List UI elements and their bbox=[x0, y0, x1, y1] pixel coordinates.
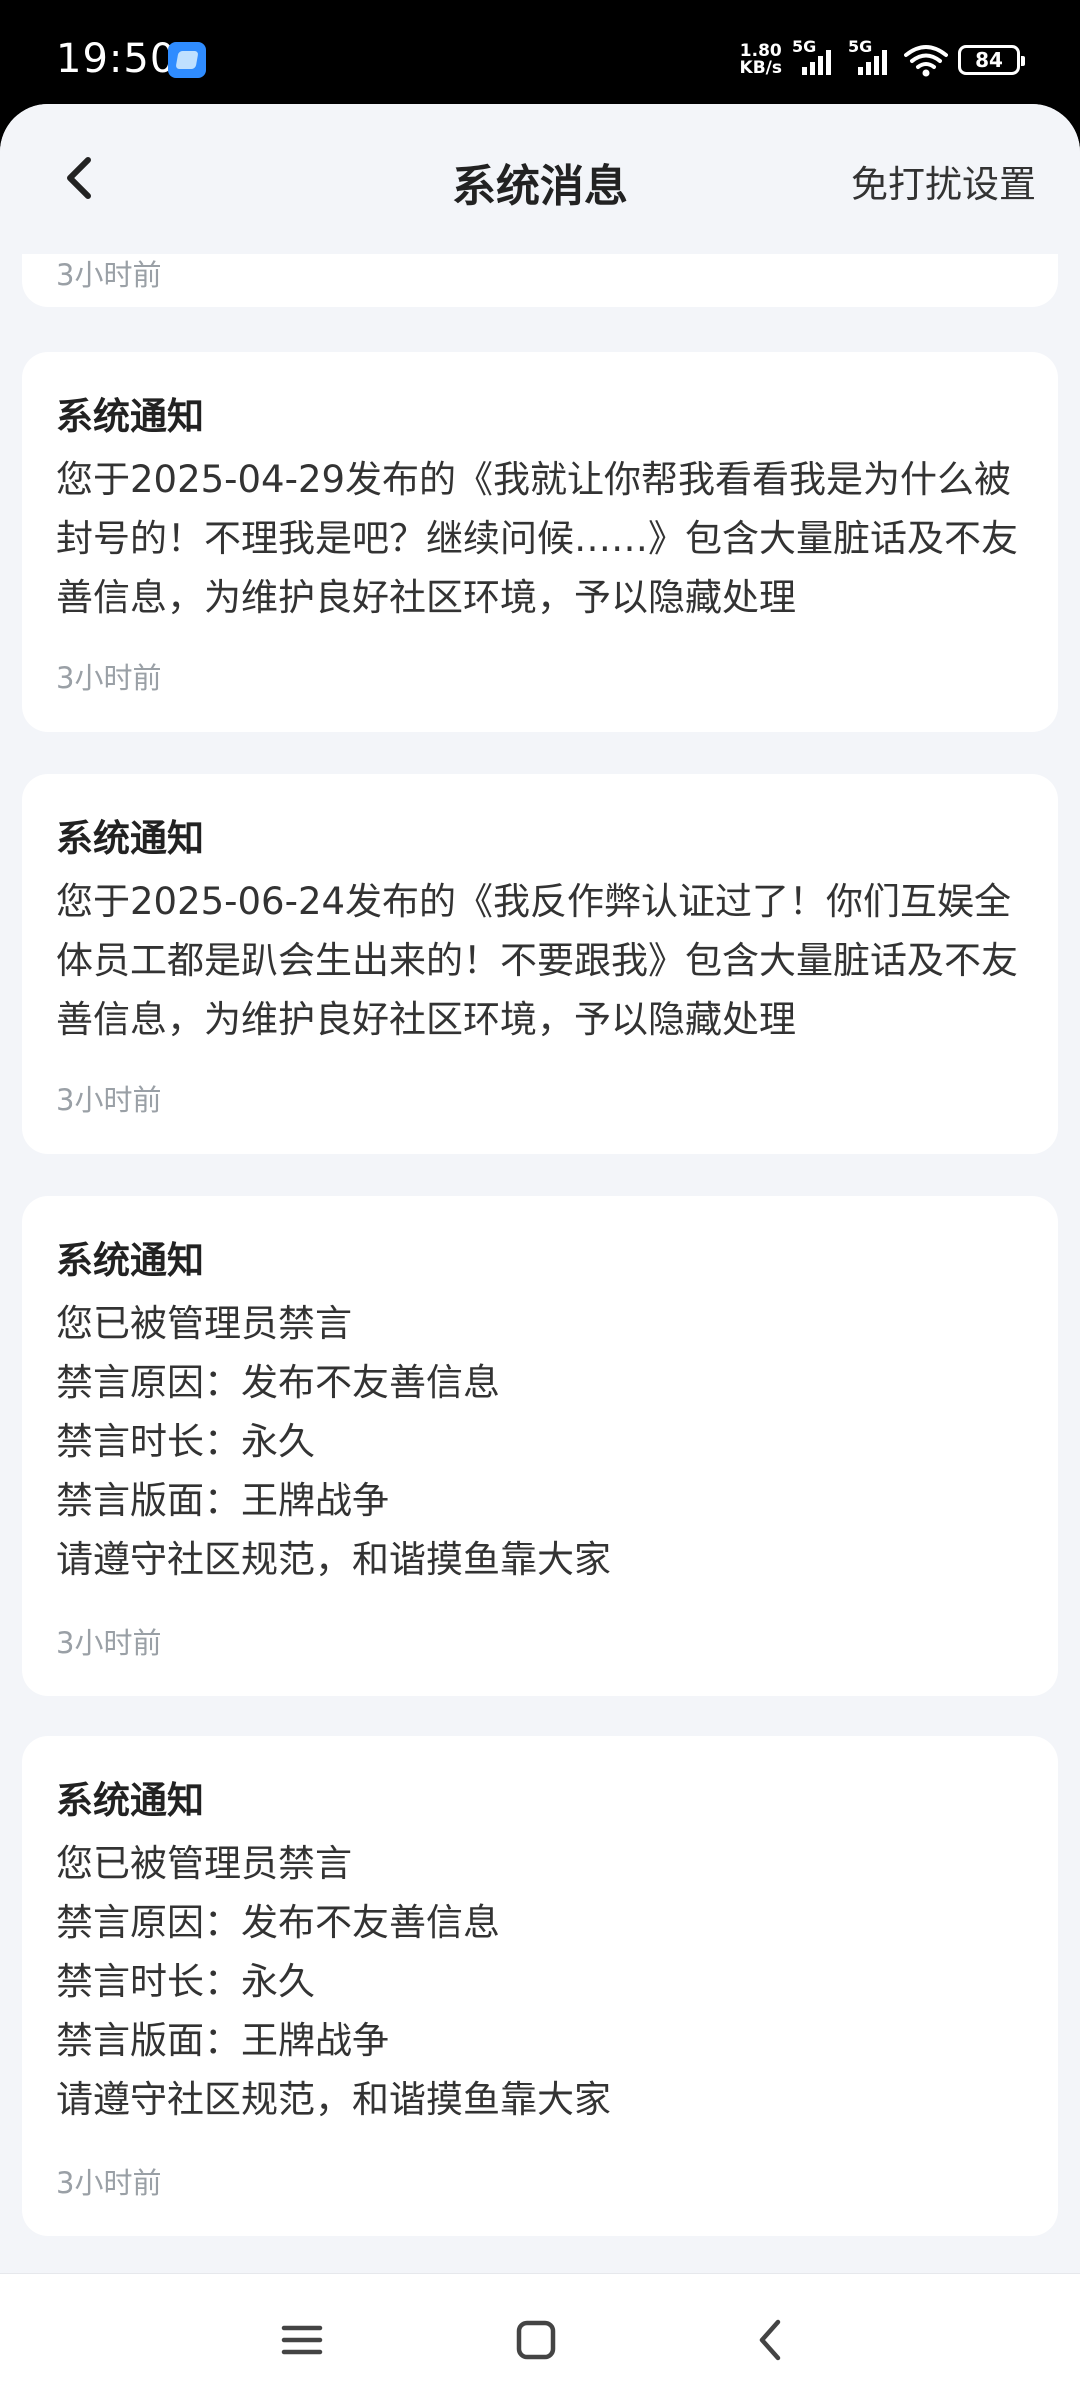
message-card[interactable]: 系统通知 您已被管理员禁言 禁言原因：发布不友善信息 禁言时长：永久 禁言版面：… bbox=[22, 1736, 1058, 2236]
message-time: 3小时前 bbox=[56, 1083, 162, 1117]
message-card[interactable]: 系统通知 您于2025-04-29发布的《我就让你帮我看看我是为什么被封号的！不… bbox=[22, 352, 1058, 732]
message-time: 3小时前 bbox=[56, 2166, 162, 2200]
menu-icon[interactable] bbox=[274, 2312, 330, 2368]
top-nav-bar: 系统消息 免打扰设置 bbox=[0, 104, 1080, 254]
back-icon[interactable] bbox=[744, 2312, 800, 2368]
message-card[interactable]: 系统通知 您于2025-06-24发布的《我反作弊认证过了！你们互娱全体员工都是… bbox=[22, 774, 1058, 1154]
message-title: 系统通知 bbox=[56, 1779, 204, 1822]
status-indicators: 1.80 KB/s 5G 5G 84 bbox=[740, 37, 1025, 82]
system-nav-bar bbox=[0, 2273, 1080, 2403]
message-time: 3小时前 bbox=[56, 1626, 162, 1660]
home-icon[interactable] bbox=[508, 2312, 564, 2368]
message-time: 3小时前 bbox=[56, 661, 162, 695]
do-not-disturb-settings-button[interactable]: 免打扰设置 bbox=[851, 154, 1036, 208]
status-bar: 19:50 1.80 KB/s 5G 5G 84 bbox=[0, 0, 1080, 120]
message-body: 您于2025-06-24发布的《我反作弊认证过了！你们互娱全体员工都是趴会生出来… bbox=[56, 880, 1018, 1041]
status-time: 19:50 bbox=[56, 36, 177, 82]
message-body: 您于2025-04-29发布的《我就让你帮我看看我是为什么被封号的！不理我是吧？… bbox=[56, 458, 1018, 619]
sim1-network-tag: 5G bbox=[792, 37, 817, 56]
sim2-network-tag: 5G bbox=[848, 37, 873, 56]
message-title: 系统通知 bbox=[56, 1239, 204, 1282]
app-notification-icon bbox=[168, 42, 206, 78]
message-body: 您已被管理员禁言 禁言原因：发布不友善信息 禁言时长：永久 禁言版面：王牌战争 … bbox=[56, 1302, 611, 1581]
battery-icon: 84 bbox=[958, 45, 1025, 75]
network-speed: 1.80 KB/s bbox=[740, 43, 782, 77]
battery-level: 84 bbox=[975, 48, 1003, 72]
message-title: 系统通知 bbox=[56, 817, 204, 860]
message-title: 系统通知 bbox=[56, 395, 204, 438]
signal-icon: 5G bbox=[792, 37, 838, 75]
message-body: 您已被管理员禁言 禁言原因：发布不友善信息 禁言时长：永久 禁言版面：王牌战争 … bbox=[56, 1842, 611, 2121]
app-screen: 3小时前 系统通知 您于2025-04-29发布的《我就让你帮我看看我是为什么被… bbox=[0, 104, 1080, 2403]
message-card[interactable]: 系统通知 您已被管理员禁言 禁言原因：发布不友善信息 禁言时长：永久 禁言版面：… bbox=[22, 1196, 1058, 1696]
network-speed-unit: KB/s bbox=[739, 58, 782, 78]
message-time: 3小时前 bbox=[56, 258, 162, 292]
wifi-icon bbox=[904, 45, 948, 77]
signal-icon: 5G bbox=[848, 37, 894, 75]
